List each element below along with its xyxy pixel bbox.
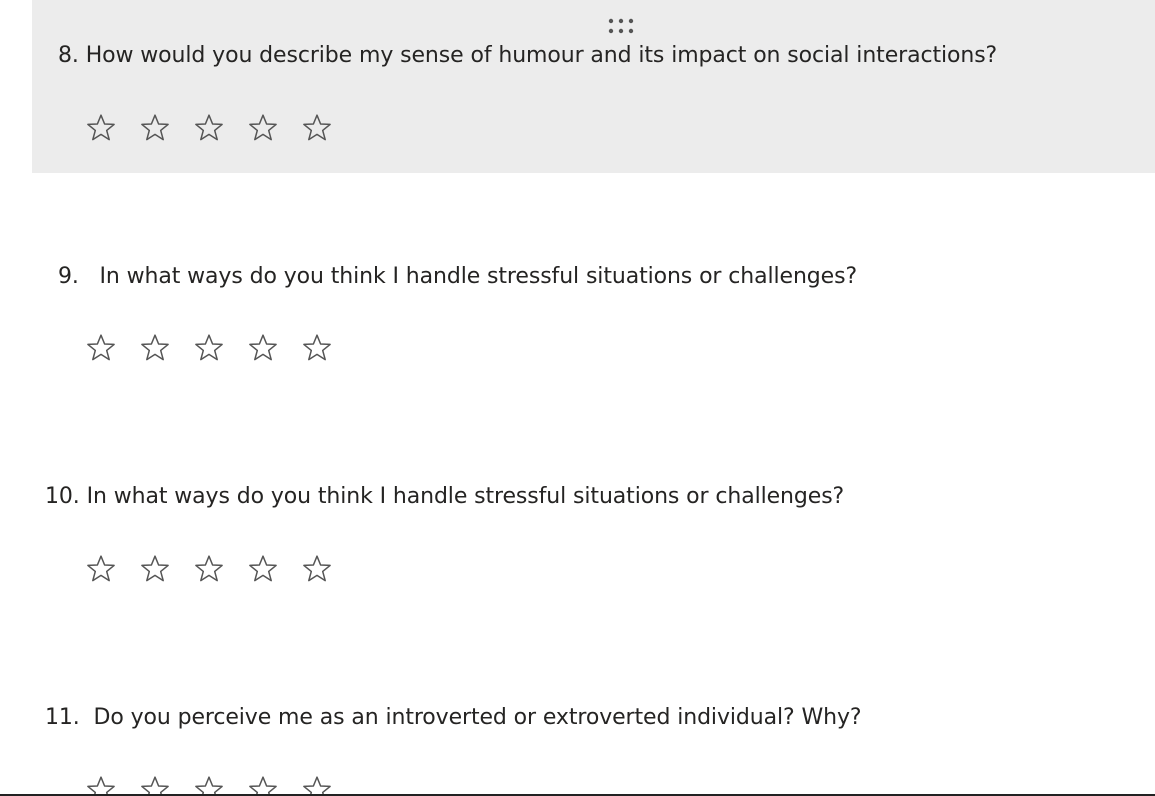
question-number: 10. xyxy=(45,484,80,509)
star-rating[interactable] xyxy=(86,113,332,143)
question-title: 11. Do you perceive me as an introverted… xyxy=(45,704,862,732)
star-icon[interactable] xyxy=(140,775,170,794)
star-icon[interactable] xyxy=(140,333,170,363)
star-icon[interactable] xyxy=(194,333,224,363)
question-number: 8. xyxy=(58,43,79,68)
star-rating[interactable] xyxy=(86,775,332,794)
star-icon[interactable] xyxy=(194,775,224,794)
question-card-8[interactable]: 8. How would you describe my sense of hu… xyxy=(32,0,1155,173)
star-icon[interactable] xyxy=(248,113,278,143)
star-icon[interactable] xyxy=(248,333,278,363)
star-rating[interactable] xyxy=(86,554,332,584)
star-icon[interactable] xyxy=(86,775,116,794)
question-text: In what ways do you think I handle stres… xyxy=(99,264,858,289)
drag-handle-icon[interactable] xyxy=(608,17,634,37)
star-icon[interactable] xyxy=(194,554,224,584)
star-icon[interactable] xyxy=(86,554,116,584)
star-icon[interactable] xyxy=(248,775,278,794)
star-icon[interactable] xyxy=(302,113,332,143)
star-icon[interactable] xyxy=(140,113,170,143)
question-title: 9. In what ways do you think I handle st… xyxy=(58,263,857,291)
question-number: 11. xyxy=(45,705,80,730)
question-card-11[interactable]: 11. Do you perceive me as an introverted… xyxy=(32,613,1155,794)
question-text: In what ways do you think I handle stres… xyxy=(86,484,845,509)
question-text: Do you perceive me as an introverted or … xyxy=(93,705,862,730)
star-icon[interactable] xyxy=(248,554,278,584)
star-icon[interactable] xyxy=(86,333,116,363)
star-icon[interactable] xyxy=(302,333,332,363)
question-number: 9. xyxy=(58,264,79,289)
question-title: 8. How would you describe my sense of hu… xyxy=(58,42,997,70)
question-title: 10. In what ways do you think I handle s… xyxy=(45,483,844,511)
question-card-10[interactable]: 10. In what ways do you think I handle s… xyxy=(32,393,1155,613)
star-icon[interactable] xyxy=(194,113,224,143)
question-text: How would you describe my sense of humou… xyxy=(85,43,998,68)
star-icon[interactable] xyxy=(302,554,332,584)
star-icon[interactable] xyxy=(302,775,332,794)
star-icon[interactable] xyxy=(86,113,116,143)
question-card-9[interactable]: 9. In what ways do you think I handle st… xyxy=(32,173,1155,393)
star-icon[interactable] xyxy=(140,554,170,584)
star-rating[interactable] xyxy=(86,333,332,363)
